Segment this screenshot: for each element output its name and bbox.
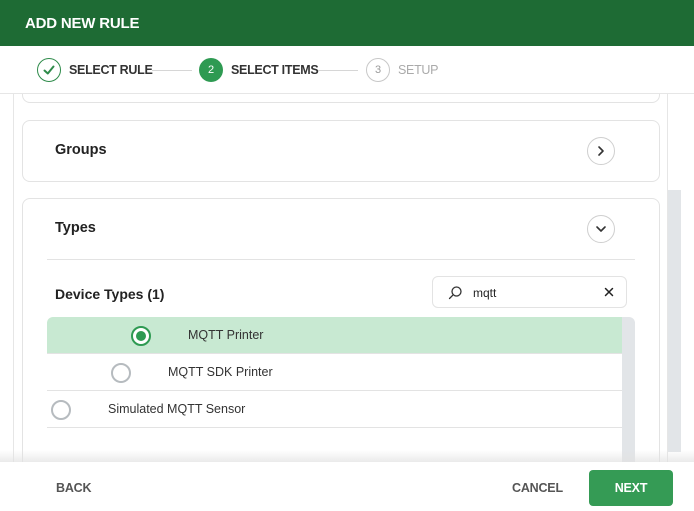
cancel-button[interactable]: CANCEL: [512, 481, 563, 495]
panel-border: [13, 94, 14, 462]
clear-search-icon[interactable]: [602, 285, 616, 299]
groups-expand-button[interactable]: [587, 137, 615, 165]
types-collapse-button[interactable]: [587, 215, 615, 243]
list-item-label: MQTT Printer: [188, 328, 264, 342]
list-item[interactable]: Simulated MQTT Sensor: [47, 391, 622, 428]
stepper: SELECT RULE 2 SELECT ITEMS 3 SETUP: [0, 46, 694, 94]
page-scrollbar[interactable]: [668, 190, 681, 452]
next-button[interactable]: NEXT: [589, 470, 673, 506]
step-setup: 3 SETUP: [366, 58, 438, 82]
search-icon: [448, 286, 462, 300]
list-item-label: MQTT SDK Printer: [168, 365, 273, 379]
types-title: Types: [55, 220, 96, 236]
step-number: 3: [366, 58, 390, 82]
chevron-right-icon: [598, 146, 604, 156]
list-scrollbar[interactable]: [622, 317, 635, 462]
dialog-title: ADD NEW RULE: [25, 15, 140, 32]
step-label: SELECT ITEMS: [231, 63, 319, 77]
device-types-list: MQTT Printer MQTT SDK Printer Simulated …: [47, 317, 635, 462]
previous-section-card: [22, 94, 660, 103]
step-label: SETUP: [398, 63, 439, 77]
back-button[interactable]: BACK: [56, 481, 92, 495]
radio-unselected[interactable]: [111, 363, 131, 383]
step-connector: [152, 70, 192, 71]
step-select-rule: SELECT RULE: [37, 58, 153, 82]
dialog-header: ADD NEW RULE: [0, 0, 694, 46]
check-icon: [37, 58, 61, 82]
radio-unselected[interactable]: [51, 400, 71, 420]
chevron-down-icon: [596, 226, 606, 232]
search-input[interactable]: [473, 284, 593, 302]
step-number: 2: [199, 58, 223, 82]
list-item[interactable]: MQTT SDK Printer: [47, 354, 622, 391]
types-section: Types Device Types (1) MQTT Printer MQT: [22, 198, 660, 462]
groups-title: Groups: [55, 142, 107, 158]
content-scroll-area: Groups Types Device Types (1) MQTT Print…: [0, 94, 694, 462]
device-types-search[interactable]: [432, 276, 627, 308]
step-label: SELECT RULE: [69, 63, 153, 77]
list-item-label: Simulated MQTT Sensor: [108, 402, 246, 416]
step-select-items: 2 SELECT ITEMS: [199, 58, 319, 82]
dialog-footer: BACK CANCEL NEXT: [0, 462, 694, 511]
groups-section[interactable]: Groups: [22, 120, 660, 182]
list-item[interactable]: MQTT Printer: [47, 317, 622, 354]
device-types-title: Device Types (1): [55, 286, 165, 302]
radio-selected[interactable]: [131, 326, 151, 346]
step-connector: [318, 70, 358, 71]
divider: [47, 259, 635, 260]
